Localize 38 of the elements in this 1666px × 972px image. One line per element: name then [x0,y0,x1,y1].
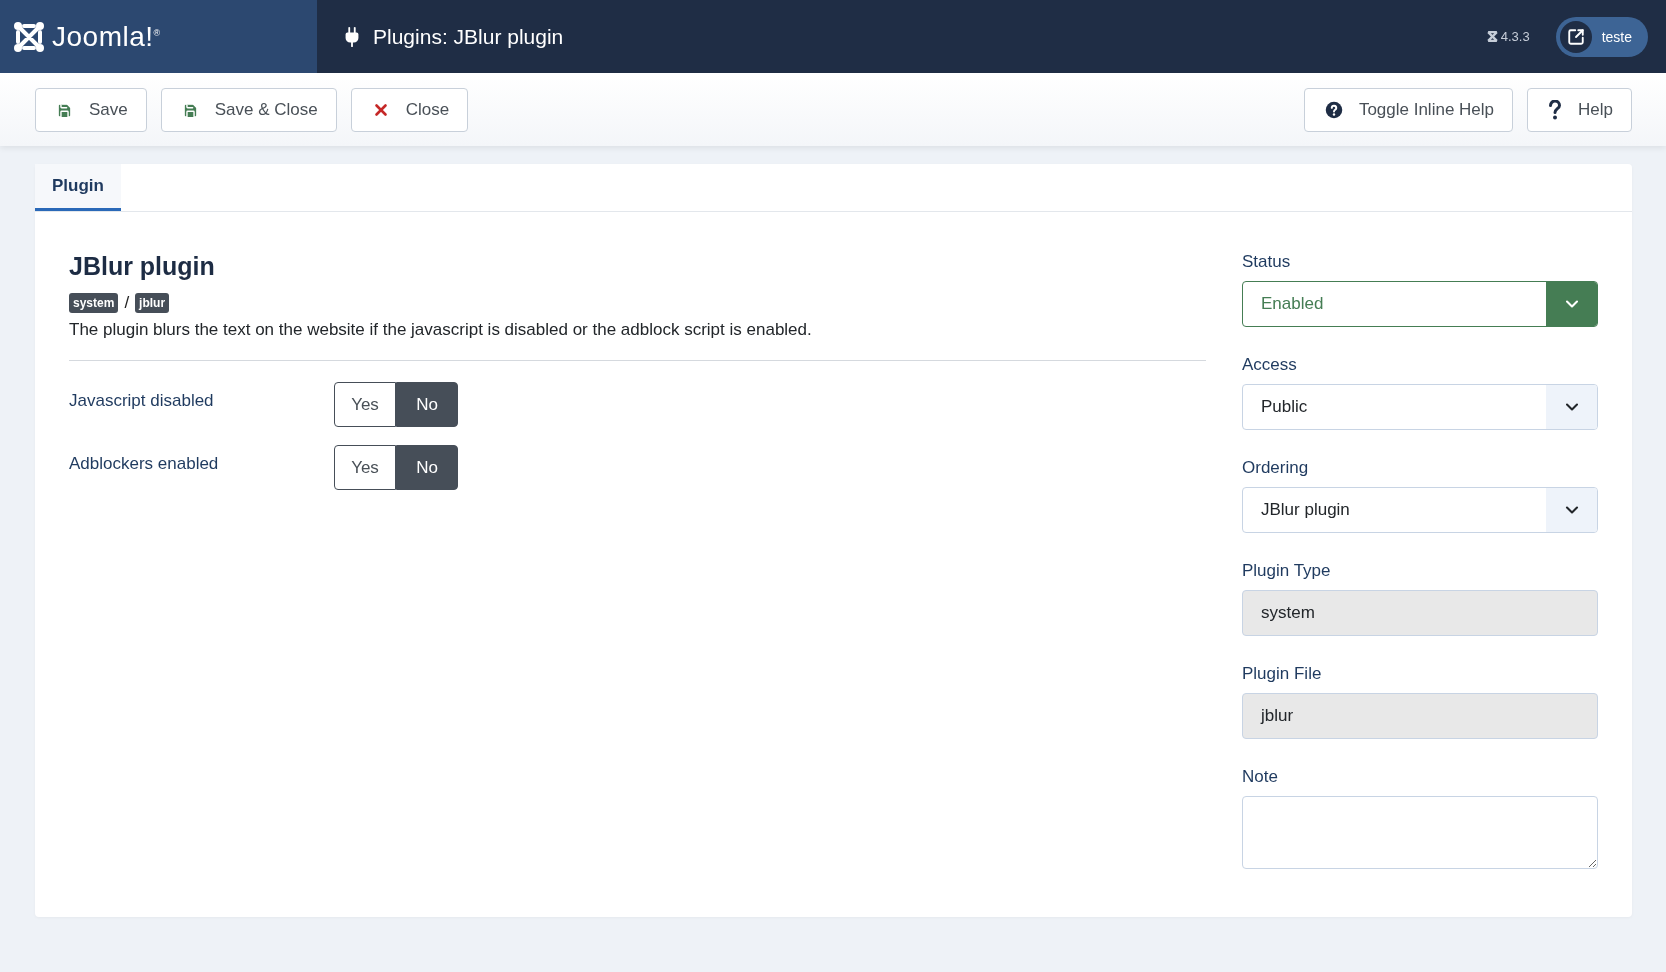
question-mark-icon [1548,100,1563,120]
separator-text: / [124,293,130,313]
select-field[interactable]: Public [1242,384,1598,430]
field-label: Access [1242,355,1298,375]
brand-logo-text: Joomla!$^{®}$ [52,20,161,53]
note-field[interactable] [1242,796,1598,869]
switch-option[interactable]: Yes [334,445,396,490]
toolbar-button[interactable]: Toggle Inline Help [1303,88,1514,132]
external-link-icon [1559,20,1592,53]
readonly-field[interactable]: system [1242,590,1598,636]
option-label: Adblockers enabled [69,453,220,475]
field-label: Status [1242,252,1292,272]
switch-option[interactable]: No [396,382,458,427]
select-field[interactable]: JBlur plugin [1242,487,1598,533]
toolbar-button[interactable]: Help [1527,88,1632,132]
tab[interactable]: Plugin [35,164,121,211]
help-circle-icon [1324,101,1343,119]
user-menu-button[interactable]: teste [1555,16,1648,57]
page-title: Plugins: JBlur plugin [373,24,564,49]
logo-icon [12,19,46,54]
plugin-title: JBlur plugin [69,252,216,281]
field-label: Ordering [1242,458,1310,478]
plugin-description: The plugin blurs the text on the website if the javascript is disabled or the adblock script is enabled. [69,320,1206,361]
switch-option[interactable]: Yes [334,382,396,427]
toolbar-button[interactable]: Close [350,88,469,132]
folder-tag: system [69,293,119,313]
toolbar-button[interactable]: Save [35,88,147,132]
readonly-field[interactable]: jblur [1242,693,1598,739]
select-field[interactable]: Enabled [1242,281,1598,327]
logo-icon [1486,31,1498,42]
element-tag: jblur [135,293,170,313]
option-label: Javascript disabled [69,390,215,412]
version-text: 4.3.3 [1500,29,1530,44]
field-label: Plugin Type [1242,561,1332,581]
field-label: Plugin File [1242,664,1323,684]
toolbar-button[interactable]: Save & Close [160,88,337,132]
field-label: Note [1242,767,1279,787]
switch-option[interactable]: No [396,445,458,490]
